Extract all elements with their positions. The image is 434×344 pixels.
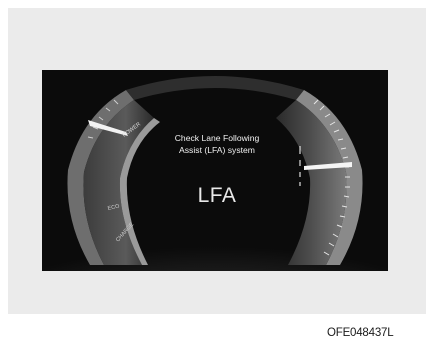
warning-message-line-2: Assist (LFA) system <box>179 145 255 155</box>
figure-code: OFE048437L <box>327 327 394 339</box>
warning-message-line-1: Check Lane Following <box>174 133 260 143</box>
lfa-indicator-text: LFA <box>197 184 237 207</box>
warning-message: Check Lane Following Assist (LFA) system <box>158 132 276 156</box>
instrument-cluster-display: POWER ECO CHARGE Check Lane Following As… <box>42 70 388 271</box>
cluster-graphics: POWER ECO CHARGE <box>42 70 388 271</box>
